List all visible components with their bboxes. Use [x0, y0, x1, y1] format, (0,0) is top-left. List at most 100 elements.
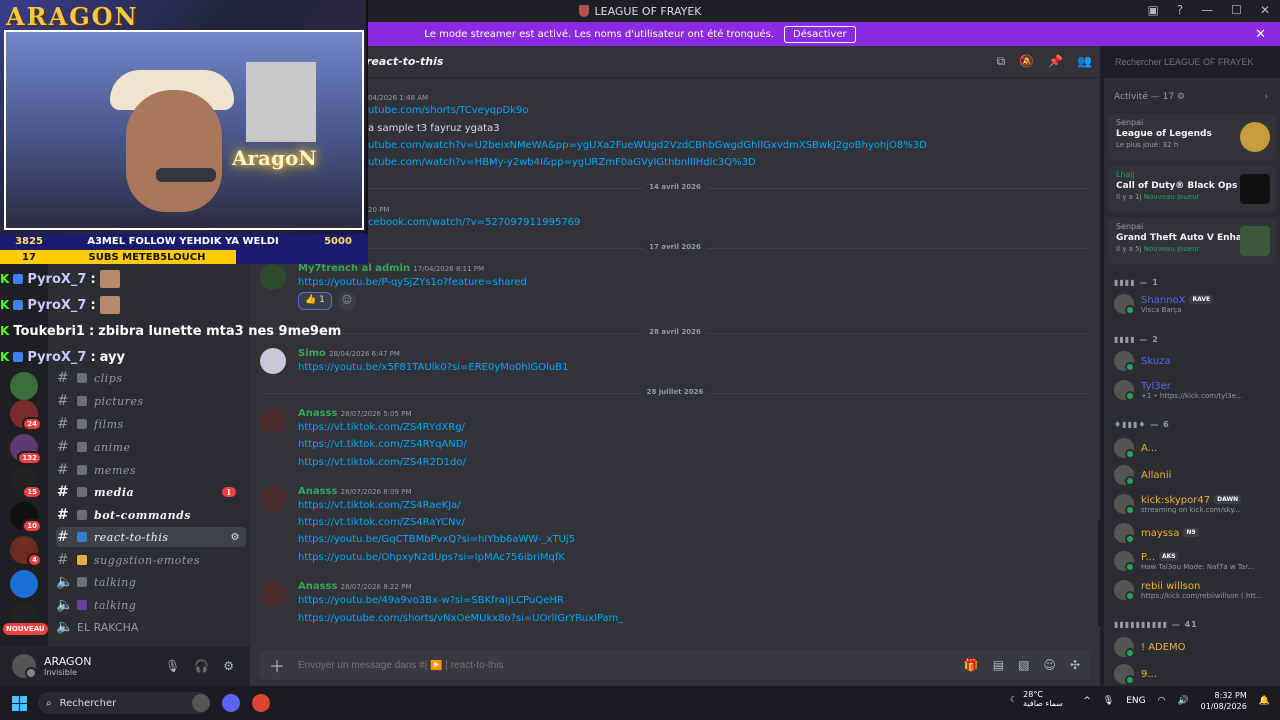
voice-channel-talking-2[interactable]: 🔈 talking: [56, 595, 246, 615]
message-author[interactable]: Anasss: [298, 408, 337, 419]
microphone-icon[interactable]: 🎙: [1103, 696, 1114, 706]
server-icon[interactable]: 10: [10, 502, 42, 533]
maximize-icon[interactable]: ☐: [1231, 3, 1242, 17]
message-link[interactable]: utube.com/watch?v=U2beixNMeWA&pp=ygUXa2F…: [368, 140, 927, 151]
avatar[interactable]: [12, 654, 37, 679]
notification-icon[interactable]: 🔔: [1259, 696, 1270, 706]
member-item[interactable]: P... AKS Haw Tal3ou Mode: Naf7a w Tar...: [1114, 549, 1276, 573]
channel-clips[interactable]: # clips: [56, 368, 246, 388]
user-name: ARAGON: [44, 655, 92, 668]
server-icon[interactable]: 132: [10, 434, 42, 465]
language-indicator[interactable]: ENG: [1126, 696, 1145, 706]
member-item[interactable]: kick:skypor47 DAWN streaming on kick.com/s…: [1114, 492, 1276, 516]
activity-card[interactable]: Lhajj Call of Duty® Black Ops 7 Il y a 1…: [1108, 166, 1276, 212]
channel-suggstion-emotes[interactable]: # suggstion-emotes: [56, 550, 246, 570]
app-icon[interactable]: [192, 694, 210, 712]
server-icon[interactable]: [10, 372, 38, 400]
message-link[interactable]: https://youtu.be/GqCTBMbPvxQ?si=hIYbb6aW…: [298, 534, 575, 545]
channel-bot-commands[interactable]: # bot-commands: [56, 505, 246, 525]
discord-app-icon[interactable]: [222, 694, 240, 712]
activity-card[interactable]: Senpai League of Legends Le plus joué: 3…: [1108, 114, 1276, 160]
message-link[interactable]: https://vt.tiktok.com/ZS4RYdXRg/: [298, 422, 465, 433]
minimize-icon[interactable]: —: [1201, 3, 1213, 17]
threads-icon[interactable]: ⧉: [997, 54, 1006, 69]
member-item[interactable]: Tyl3er +1 • https://kick.com/tyl3e...: [1114, 378, 1276, 402]
message-link[interactable]: utube.com/watch?v=HBMy-y2wb4I&pp=ygURZmF…: [368, 157, 756, 168]
gear-icon[interactable]: ⚙: [1177, 92, 1185, 102]
weather-widget[interactable]: ☾ 28°C سماء صافية: [1010, 690, 1063, 708]
server-icon[interactable]: 4: [10, 536, 42, 567]
plus-icon[interactable]: ＋: [266, 653, 288, 677]
search-input[interactable]: [1108, 52, 1274, 72]
chrome-app-icon[interactable]: [252, 694, 270, 712]
message-input[interactable]: [298, 659, 898, 671]
windows-start-icon[interactable]: [12, 696, 27, 711]
member-item[interactable]: ShannoX RAVE Visca Barça: [1114, 292, 1276, 316]
message-link[interactable]: utube.com/shorts/TCveyqpDk9o: [368, 105, 528, 116]
microphone-icon[interactable]: 🎙: [165, 659, 180, 673]
members-icon[interactable]: 👥: [1077, 54, 1092, 69]
gear-icon[interactable]: ⚙: [223, 659, 234, 673]
apps-icon[interactable]: ✣: [1070, 658, 1080, 672]
inbox-icon[interactable]: ▣: [1147, 3, 1158, 17]
disable-streamer-button[interactable]: Désactiver: [784, 25, 856, 43]
taskbar-search[interactable]: ⌕ Rechercher: [38, 692, 210, 714]
member-item[interactable]: ! ADEMO: [1114, 635, 1276, 659]
message-link[interactable]: https://vt.tiktok.com/ZS4R2D1do/: [298, 457, 466, 468]
server-icon[interactable]: [10, 570, 38, 598]
close-banner-icon[interactable]: ✕: [1255, 27, 1266, 42]
chevron-right-icon[interactable]: ›: [1264, 92, 1268, 102]
chat-scrollbar[interactable]: [1098, 520, 1101, 626]
voice-channel-el-rakcha[interactable]: 🔈 EL RAKCHA: [56, 617, 246, 637]
channel-settings-icon[interactable]: ⚙: [231, 532, 240, 543]
message-link[interactable]: https://youtu.be/OhpxyN2dUps?si=IpMAc756…: [298, 552, 565, 563]
voice-channel-talking[interactable]: 🔈 talking: [56, 572, 246, 592]
pin-icon[interactable]: 📌: [1048, 54, 1063, 69]
sticker-icon[interactable]: ▧: [1018, 658, 1029, 672]
close-window-icon[interactable]: ✕: [1260, 3, 1270, 17]
channel-anime[interactable]: # anime: [56, 437, 246, 457]
window-title: LEAGUE OF FRAYEK: [578, 5, 702, 18]
member-item[interactable]: rebii willson https://kick.com/rebiiwills…: [1114, 578, 1276, 602]
channel-films[interactable]: # films: [56, 414, 246, 434]
avatar[interactable]: [260, 581, 286, 607]
activity-card[interactable]: Senpai Grand Theft Auto V Enhan... Il y …: [1108, 218, 1276, 264]
message-link[interactable]: https://vt.tiktok.com/ZS4RYqAND/: [298, 439, 467, 450]
message-link[interactable]: https://vt.tiktok.com/ZS4RaYCNv/: [298, 517, 465, 528]
emoji-icon[interactable]: ☺: [1043, 658, 1056, 672]
message-author[interactable]: Anasss: [298, 581, 337, 592]
unread-badge: 24: [22, 417, 42, 431]
channel-memes[interactable]: # memes: [56, 460, 246, 480]
server-icon[interactable]: 24: [10, 400, 42, 431]
wifi-icon[interactable]: ◠: [1158, 696, 1166, 706]
gift-icon[interactable]: 🎁: [964, 658, 979, 672]
message-link[interactable]: cebook.com/watch/?v=527097911995769: [368, 217, 580, 228]
help-icon[interactable]: ?: [1177, 3, 1183, 17]
search-icon: ⌕: [46, 697, 52, 709]
member-item[interactable]: Skuza: [1114, 349, 1276, 373]
message-link[interactable]: https://vt.tiktok.com/ZS4RaeKJa/: [298, 500, 461, 511]
volume-icon[interactable]: 🔊: [1177, 696, 1188, 706]
banner-text: Le mode streamer est activé. Les noms d'…: [424, 28, 775, 40]
member-item[interactable]: Allanii: [1114, 463, 1276, 487]
notifications-icon[interactable]: 🔕: [1019, 54, 1034, 69]
member-item[interactable]: 9...: [1114, 662, 1276, 686]
headphones-icon[interactable]: 🎧: [194, 659, 209, 673]
member-item[interactable]: A...: [1114, 436, 1276, 460]
clock[interactable]: 8:32 PM 01/08/2026: [1201, 690, 1247, 712]
member-item[interactable]: mayssa N9: [1114, 521, 1276, 545]
avatar[interactable]: [260, 486, 286, 512]
channel-pictures[interactable]: # pictures: [56, 391, 246, 411]
system-tray: ^ 🎙 ENG ◠ 🔊 8:32 PM 01/08/2026 🔔: [1083, 690, 1270, 712]
message-link[interactable]: https://youtube.com/shorts/vNxOeMUkx8o?s…: [298, 613, 623, 624]
gif-icon[interactable]: ▤: [993, 658, 1004, 672]
avatar[interactable]: [260, 408, 286, 434]
user-status: Invisible: [44, 668, 77, 677]
server-icon[interactable]: 15: [10, 468, 42, 499]
chevron-up-icon[interactable]: ^: [1083, 696, 1091, 706]
channel-react-to-this[interactable]: # react-to-this ⚙: [56, 527, 246, 547]
channel-media[interactable]: # media 1: [56, 482, 246, 502]
message-author[interactable]: Anasss: [298, 486, 337, 497]
moon-icon: ☾: [1010, 694, 1018, 704]
message-link[interactable]: https://youtu.be/49a9vo3Bx-w?si=SBKfraIj…: [298, 595, 564, 606]
